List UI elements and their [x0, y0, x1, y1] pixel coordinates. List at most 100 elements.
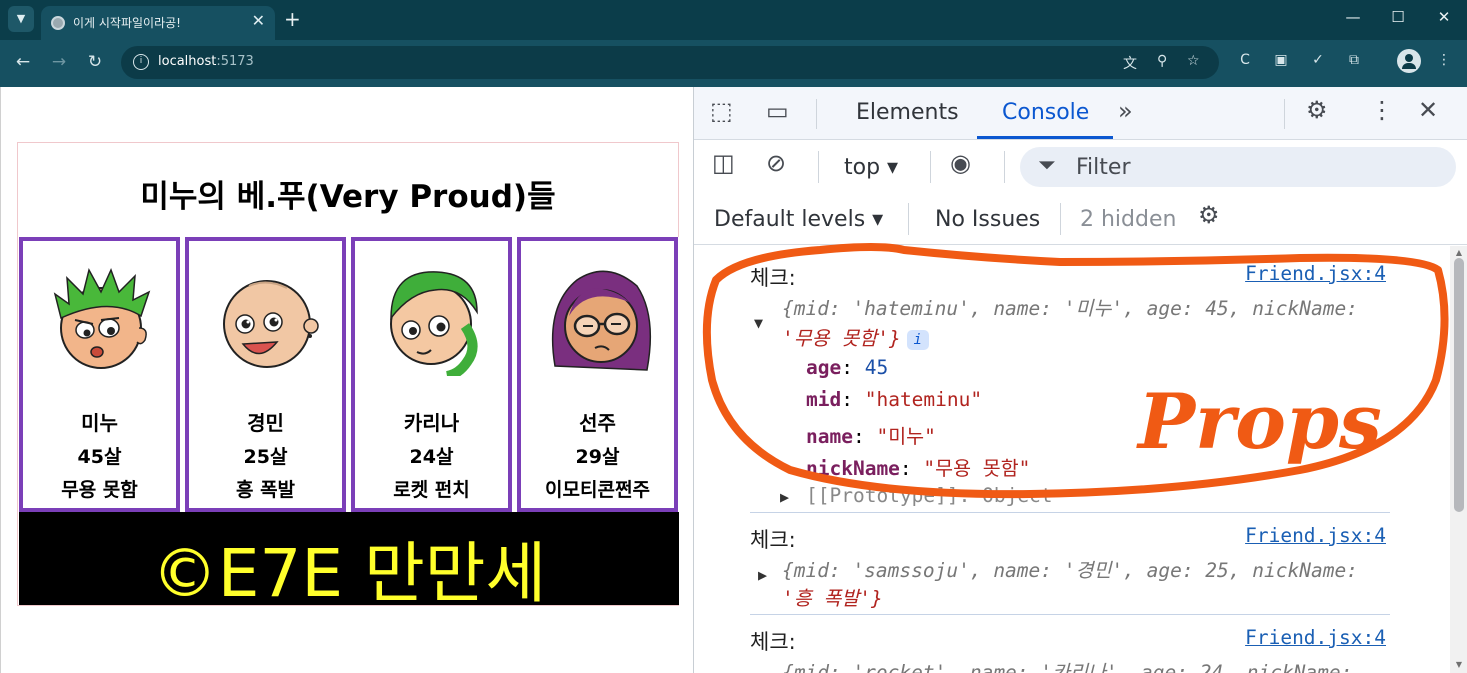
console-message: 체크: Friend.jsx:4 ▼ {mid: 'hateminu', nam…	[750, 262, 1390, 507]
browser-menu-icon[interactable]: ⋮	[1434, 52, 1454, 68]
browser-tab[interactable]: 이게 시작파일이라공! ✕	[41, 6, 275, 40]
tab-title: 이게 시작파일이라공!	[73, 16, 181, 30]
close-tab-icon[interactable]: ✕	[252, 11, 265, 30]
extensions-puzzle-icon[interactable]: ⧉	[1344, 52, 1364, 68]
friend-card: 미누 45살 무용 못함	[19, 237, 180, 512]
profile-avatar-icon[interactable]	[1397, 49, 1421, 73]
friend-card: 경민 25살 흥 폭발	[185, 237, 346, 512]
object-preview-line2[interactable]: '무용 못함'} i	[782, 322, 929, 351]
console-filter-input[interactable]: ⏷ Filter	[1020, 147, 1456, 187]
tab-console[interactable]: Console	[1002, 100, 1089, 125]
extension-c-icon[interactable]: C	[1235, 52, 1255, 68]
expand-triangle-icon[interactable]: ▶	[780, 488, 789, 506]
back-button[interactable]: ←	[12, 52, 34, 72]
source-link[interactable]: Friend.jsx:4	[1245, 262, 1386, 285]
minimize-button[interactable]: —	[1338, 8, 1368, 26]
scroll-thumb[interactable]	[1454, 258, 1464, 512]
translate-icon[interactable]: 文	[1123, 53, 1137, 73]
friend-name: 경민	[247, 411, 284, 435]
url-text[interactable]: localhost:5173	[158, 54, 254, 69]
forward-button[interactable]: →	[48, 52, 70, 72]
issues-count[interactable]: No Issues	[935, 207, 1040, 232]
message-label: 체크:	[750, 630, 796, 654]
friend-avatar-karina	[390, 271, 478, 376]
maximize-button[interactable]: ☐	[1383, 8, 1413, 26]
friend-name: 미누	[81, 411, 118, 435]
active-tab-indicator	[977, 136, 1113, 139]
expand-triangle-icon[interactable]: ▶	[758, 566, 767, 584]
clear-console-icon[interactable]: ⊘	[766, 149, 786, 177]
extension-box-icon[interactable]: ▣	[1271, 52, 1291, 68]
browser-titlebar: ▼ 이게 시작파일이라공! ✕ + — ☐ ✕	[0, 0, 1467, 40]
close-devtools-icon[interactable]: ✕	[1418, 96, 1438, 124]
more-tabs-chevron-icon[interactable]: »	[1118, 97, 1133, 125]
friend-avatar-seonju	[551, 270, 652, 371]
console-toolbar: ◫ ⊘ top ▾ ◉ ⏷ Filter Default levels ▾ No…	[694, 141, 1467, 245]
omnibox[interactable]: i localhost:5173 文 ⚲ ☆	[121, 46, 1219, 79]
tab-elements[interactable]: Elements	[856, 100, 959, 125]
object-property[interactable]: mid: "hateminu"	[806, 388, 982, 411]
object-property[interactable]: name: "미누"	[806, 420, 936, 449]
filter-placeholder: Filter	[1076, 155, 1131, 180]
bookmark-star-icon[interactable]: ☆	[1187, 53, 1200, 69]
message-label: 체크:	[750, 528, 796, 552]
devtools-menu-icon[interactable]: ⋮	[1370, 96, 1394, 124]
page-title: 미누의 베.푸(Very Proud)들	[140, 179, 556, 215]
object-preview-line2[interactable]: '흥 폭발'}	[782, 582, 883, 611]
site-info-icon[interactable]: i	[133, 54, 149, 70]
device-toolbar-icon[interactable]: ▭	[766, 97, 789, 125]
footer-text: ©E7E 만만세	[151, 535, 547, 612]
scroll-down-icon[interactable]: ▼	[1454, 660, 1464, 669]
source-link[interactable]: Friend.jsx:4	[1245, 626, 1386, 649]
source-link[interactable]: Friend.jsx:4	[1245, 524, 1386, 547]
friend-age: 45살	[77, 446, 122, 468]
friend-nickname: 무용 못함	[61, 479, 138, 501]
scroll-up-icon[interactable]: ▲	[1454, 248, 1464, 257]
friends-container: 미누의 베.푸(Very Proud)들 미누 45살 무용 못함 경민 25살…	[17, 142, 679, 612]
friend-age: 24살	[409, 446, 454, 468]
hidden-count: 2 hidden	[1080, 207, 1177, 232]
tab-search-button[interactable]: ▼	[8, 6, 34, 32]
live-expression-eye-icon[interactable]: ◉	[950, 149, 971, 177]
inspect-element-icon[interactable]: ⬚	[710, 97, 733, 125]
devtools-tab-bar: ⬚ ▭ Elements Console » ⚙ ⋮ ✕	[694, 87, 1467, 140]
console-scrollbar[interactable]: ▲ ▼	[1450, 246, 1467, 673]
friend-age: 25살	[243, 446, 288, 468]
devtools-panel: ⬚ ▭ Elements Console » ⚙ ⋮ ✕ ◫ ⊘ top ▾ ◉…	[693, 87, 1467, 673]
address-toolbar: ← → ↻ i localhost:5173 文 ⚲ ☆ C ▣ ✓ ⧉ ⋮	[0, 40, 1467, 87]
friend-nickname: 로켓 펀치	[393, 479, 470, 501]
info-badge-icon[interactable]: i	[906, 329, 929, 350]
console-message: 체크: Friend.jsx:4 ▶ {mid: 'samssoju', nam…	[750, 524, 1390, 610]
friend-name: 카리나	[403, 411, 460, 435]
friend-card: 카리나 24살 로켓 펀치	[351, 237, 512, 512]
object-property[interactable]: age: 45	[806, 356, 888, 379]
object-preview-line1[interactable]: {mid: 'hateminu', name: '미누', age: 45, n…	[782, 292, 1358, 321]
log-levels-dropdown[interactable]: Default levels ▾	[714, 207, 883, 232]
console-message: 체크: Friend.jsx:4 {mid: 'rocket', name: '…	[750, 626, 1390, 673]
friend-nickname: 이모티콘쩐주	[545, 479, 650, 501]
object-preview-line1[interactable]: {mid: 'rocket', name: '카리나', age: 24, ni…	[782, 656, 1352, 673]
console-settings-gear-icon[interactable]: ⚙	[1198, 201, 1220, 229]
friend-avatar-gyeongmin	[223, 280, 319, 368]
friend-list: 미누 45살 무용 못함 경민 25살 흥 폭발 카리나 24살 로켓 펀치 선…	[19, 237, 679, 512]
object-preview-line1[interactable]: {mid: 'samssoju', name: '경민', age: 25, n…	[782, 554, 1358, 583]
object-property[interactable]: nickName: "무용 못함"	[806, 452, 1030, 481]
sidebar-toggle-icon[interactable]: ◫	[712, 149, 735, 177]
settings-gear-icon[interactable]: ⚙	[1306, 96, 1328, 124]
friend-avatar-minu	[53, 267, 151, 369]
collapse-triangle-icon[interactable]: ▼	[754, 314, 763, 332]
message-divider	[750, 614, 1390, 615]
context-selector[interactable]: top ▾	[844, 155, 898, 180]
extension-check-icon[interactable]: ✓	[1308, 52, 1328, 68]
friend-age: 29살	[575, 446, 620, 468]
message-divider	[750, 512, 1390, 513]
filter-icon: ⏷	[1038, 153, 1056, 178]
friend-nickname: 흥 폭발	[235, 479, 296, 501]
reload-button[interactable]: ↻	[84, 52, 106, 72]
friend-card: 선주 29살 이모티콘쩐주	[517, 237, 678, 512]
prototype-entry[interactable]: [[Prototype]]: Object	[806, 484, 1053, 507]
new-tab-button[interactable]: +	[284, 7, 301, 31]
page-viewport: 미누의 베.푸(Very Proud)들 미누 45살 무용 못함 경민 25살…	[0, 87, 693, 673]
close-window-button[interactable]: ✕	[1429, 8, 1459, 26]
zoom-icon[interactable]: ⚲	[1157, 53, 1167, 69]
